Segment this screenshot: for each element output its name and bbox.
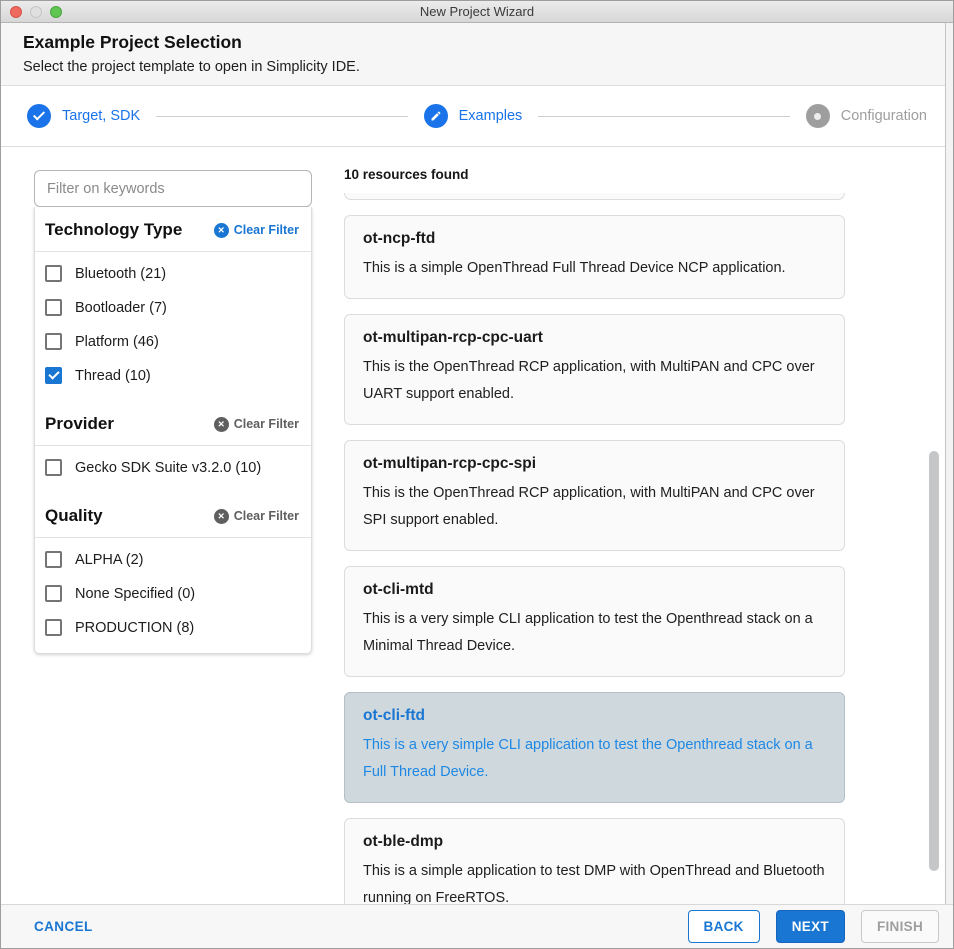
card-description: This is a very simple CLI application to…	[363, 606, 826, 660]
example-results-list: 10 resources found ot-ncp-ftd This is a …	[344, 167, 845, 929]
card-description: This is a simple OpenThread Full Thread …	[363, 255, 826, 282]
step-complete-check-icon	[27, 104, 51, 128]
clear-filter-provider[interactable]: Clear Filter	[214, 417, 299, 432]
close-window-icon[interactable]	[10, 6, 22, 18]
card-title: ot-cli-mtd	[363, 581, 826, 599]
checkbox-icon	[45, 333, 62, 350]
section-title: Provider	[45, 414, 114, 434]
window-right-gutter	[945, 23, 953, 904]
clear-filter-quality[interactable]: Clear Filter	[214, 509, 299, 524]
option-label: PRODUCTION (8)	[75, 620, 194, 636]
card-title: ot-cli-ftd	[363, 707, 826, 725]
next-button[interactable]: NEXT	[776, 910, 845, 943]
filter-sidebar: Technology Type Clear Filter Bluetooth (…	[34, 170, 312, 654]
filter-option-bluetooth[interactable]: Bluetooth (21)	[35, 257, 311, 291]
example-card-ot-ncp-ftd[interactable]: ot-ncp-ftd This is a simple OpenThread F…	[344, 215, 845, 299]
card-title: ot-ble-dmp	[363, 833, 826, 851]
example-card-ot-cli-ftd[interactable]: ot-cli-ftd This is a very simple CLI app…	[344, 692, 845, 803]
example-card-ot-cli-mtd[interactable]: ot-cli-mtd This is a very simple CLI app…	[344, 566, 845, 677]
clear-filter-x-icon	[214, 417, 229, 432]
option-label: ALPHA (2)	[75, 552, 144, 568]
new-project-wizard-dialog: New Project Wizard Example Project Selec…	[0, 0, 954, 949]
step-configuration: Configuration	[806, 104, 927, 128]
stepper-connector	[538, 116, 789, 117]
clear-filter-x-icon	[214, 509, 229, 524]
step-label: Examples	[459, 108, 523, 124]
keyword-filter-input[interactable]	[34, 170, 312, 207]
filter-option-alpha[interactable]: ALPHA (2)	[35, 543, 311, 577]
card-title: ot-multipan-rcp-cpc-uart	[363, 329, 826, 347]
minimize-window-icon	[30, 6, 42, 18]
scrollbar-thumb[interactable]	[929, 451, 939, 871]
page-subtitle: Select the project template to open in S…	[23, 59, 953, 75]
finish-button: FINISH	[861, 910, 939, 943]
clear-filter-label: Clear Filter	[234, 223, 299, 237]
section-title: Technology Type	[45, 220, 182, 240]
checkbox-icon	[45, 265, 62, 282]
filter-panel: Technology Type Clear Filter Bluetooth (…	[34, 207, 312, 654]
example-card-ot-multipan-rcp-cpc-uart[interactable]: ot-multipan-rcp-cpc-uart This is the Ope…	[344, 314, 845, 425]
example-card-ot-multipan-rcp-cpc-spi[interactable]: ot-multipan-rcp-cpc-spi This is the Open…	[344, 440, 845, 551]
checkbox-icon	[45, 367, 62, 384]
card-description: This is the OpenThread RCP application, …	[363, 480, 826, 534]
option-label: Gecko SDK Suite v3.2.0 (10)	[75, 460, 261, 476]
option-label: Platform (46)	[75, 334, 159, 350]
step-target-sdk[interactable]: Target, SDK	[27, 104, 140, 128]
cancel-button[interactable]: CANCEL	[34, 919, 93, 934]
filter-section-quality: Quality Clear Filter	[35, 493, 311, 537]
filter-section-provider: Provider Clear Filter	[35, 401, 311, 445]
option-label: Thread (10)	[75, 368, 151, 384]
option-label: None Specified (0)	[75, 586, 195, 602]
zoom-window-icon[interactable]	[50, 6, 62, 18]
step-examples[interactable]: Examples	[424, 104, 523, 128]
wizard-stepper: Target, SDK Examples Configuration	[1, 86, 953, 147]
clear-filter-label: Clear Filter	[234, 417, 299, 431]
titlebar: New Project Wizard	[1, 1, 953, 23]
partially-scrolled-card	[344, 193, 845, 200]
step-active-edit-icon	[424, 104, 448, 128]
filter-section-technology-type: Technology Type Clear Filter	[35, 207, 311, 251]
checkbox-icon	[45, 585, 62, 602]
card-description: This is a very simple CLI application to…	[363, 732, 826, 786]
clear-filter-technology-type[interactable]: Clear Filter	[214, 223, 299, 238]
option-label: Bootloader (7)	[75, 300, 167, 316]
step-label: Configuration	[841, 108, 927, 124]
step-label: Target, SDK	[62, 108, 140, 124]
filter-option-thread[interactable]: Thread (10)	[35, 359, 311, 393]
footer: CANCEL BACK NEXT FINISH	[1, 904, 953, 948]
traffic-lights	[10, 6, 62, 18]
option-label: Bluetooth (21)	[75, 266, 166, 282]
page-title: Example Project Selection	[23, 32, 953, 53]
clear-filter-x-icon	[214, 223, 229, 238]
header: Example Project Selection Select the pro…	[1, 23, 953, 86]
card-title: ot-ncp-ftd	[363, 230, 826, 248]
main-content: Technology Type Clear Filter Bluetooth (…	[1, 147, 953, 904]
back-button[interactable]: BACK	[688, 910, 760, 943]
clear-filter-label: Clear Filter	[234, 509, 299, 523]
option-group-technology-type: Bluetooth (21) Bootloader (7) Platform (…	[35, 252, 311, 401]
filter-option-none-specified[interactable]: None Specified (0)	[35, 577, 311, 611]
option-group-quality: ALPHA (2) None Specified (0) PRODUCTION …	[35, 538, 311, 653]
checkbox-icon	[45, 619, 62, 636]
filter-option-production[interactable]: PRODUCTION (8)	[35, 611, 311, 645]
stepper-connector	[156, 116, 407, 117]
section-title: Quality	[45, 506, 103, 526]
filter-option-platform[interactable]: Platform (46)	[35, 325, 311, 359]
checkbox-icon	[45, 551, 62, 568]
results-count: 10 resources found	[344, 167, 845, 182]
card-description: This is the OpenThread RCP application, …	[363, 354, 826, 408]
checkbox-icon	[45, 299, 62, 316]
filter-option-gecko-sdk[interactable]: Gecko SDK Suite v3.2.0 (10)	[35, 451, 311, 485]
checkbox-icon	[45, 459, 62, 476]
card-title: ot-multipan-rcp-cpc-spi	[363, 455, 826, 473]
option-group-provider: Gecko SDK Suite v3.2.0 (10)	[35, 446, 311, 493]
window-title: New Project Wizard	[420, 4, 534, 19]
filter-option-bootloader[interactable]: Bootloader (7)	[35, 291, 311, 325]
step-pending-dot-icon	[806, 104, 830, 128]
